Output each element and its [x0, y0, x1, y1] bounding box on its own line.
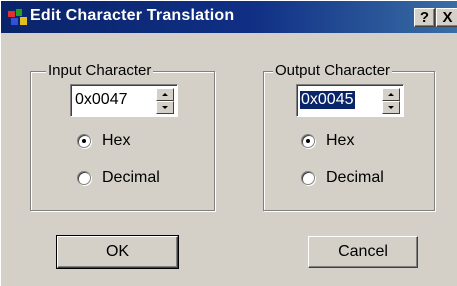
- window-title: Edit Character Translation: [30, 7, 235, 24]
- input-hex-label[interactable]: Hex: [102, 132, 130, 150]
- input-spin-down-button[interactable]: [156, 101, 174, 114]
- arrow-up-icon: [162, 93, 168, 96]
- close-button[interactable]: X: [436, 8, 457, 27]
- output-hex-radio[interactable]: [301, 134, 315, 148]
- ok-button[interactable]: OK: [56, 235, 179, 269]
- output-character-label: Output Character: [273, 62, 393, 79]
- input-decimal-label[interactable]: Decimal: [102, 169, 160, 187]
- title-bar[interactable]: Edit Character Translation ? X: [1, 1, 457, 33]
- output-character-field[interactable]: 0x0045: [296, 84, 404, 117]
- arrow-up-icon: [388, 93, 394, 96]
- output-spin-down-button[interactable]: [382, 101, 400, 114]
- output-spin-up-button[interactable]: [382, 88, 400, 101]
- arrow-down-icon: [388, 106, 394, 109]
- output-spinner: [382, 88, 400, 114]
- output-character-group: Output Character 0x0045 Hex Decimal: [263, 62, 435, 211]
- input-character-field[interactable]: 0x0047: [70, 84, 178, 117]
- app-icon: [8, 9, 27, 25]
- output-character-value[interactable]: 0x0045: [299, 90, 356, 110]
- help-button[interactable]: ?: [414, 8, 435, 27]
- input-hex-radio[interactable]: [77, 134, 91, 148]
- cancel-button[interactable]: Cancel: [308, 236, 418, 268]
- output-decimal-radio[interactable]: [301, 171, 315, 185]
- input-spinner: [156, 88, 174, 114]
- arrow-down-icon: [162, 106, 168, 109]
- input-character-group: Input Character 0x0047 Hex Decimal: [30, 62, 215, 211]
- dialog-window: Edit Character Translation ? X Input Cha…: [0, 0, 457, 286]
- output-decimal-label[interactable]: Decimal: [326, 169, 384, 187]
- input-character-label: Input Character: [46, 62, 154, 79]
- input-spin-up-button[interactable]: [156, 88, 174, 101]
- output-hex-label[interactable]: Hex: [326, 132, 354, 150]
- input-character-value[interactable]: 0x0047: [74, 91, 129, 109]
- input-decimal-radio[interactable]: [77, 171, 91, 185]
